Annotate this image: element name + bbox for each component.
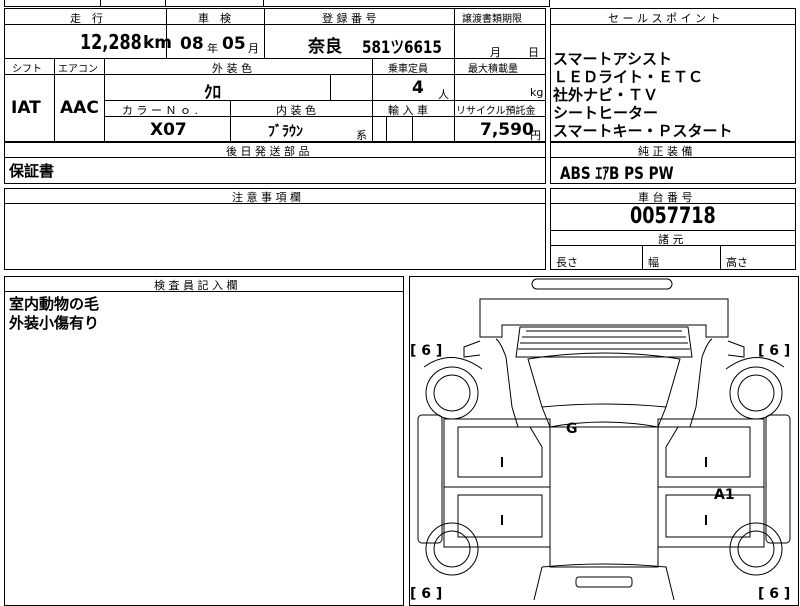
interior-color-suffix: 系 bbox=[356, 129, 367, 142]
transfer-month-unit: 月 bbox=[490, 46, 501, 59]
aircon-label: エアコン bbox=[58, 64, 98, 75]
height-label: 高さ bbox=[726, 256, 748, 269]
inspection-year-unit: 年 bbox=[207, 42, 218, 55]
mileage-value: 12,288 bbox=[80, 30, 142, 54]
import-label: 輸 入 車 bbox=[388, 104, 428, 117]
genuine-equipment-value: ABS ｴｱB PS PW bbox=[560, 164, 674, 184]
interior-color-label: 内 装 色 bbox=[276, 104, 316, 117]
tire-mark-front-right: [ 6 ] bbox=[758, 343, 790, 359]
recycle-label: リサイクル預託金 bbox=[456, 106, 536, 117]
interior-color-value: ﾌﾞﾗｳﾝ bbox=[268, 124, 303, 140]
registration-number: 581ツ6615 bbox=[362, 38, 442, 58]
length-label: 長さ bbox=[556, 256, 578, 269]
inspection-month-unit: 月 bbox=[248, 42, 259, 55]
genuine-equipment-label: 純 正 装 備 bbox=[638, 145, 693, 158]
car-diagram: [ 6 ] [ 6 ] [ 6 ] [ 6 ] G A1 bbox=[410, 278, 791, 600]
inspection-month: 05 bbox=[222, 34, 246, 54]
color-no-label: カ ラ ー Ｎ ｏ . bbox=[122, 104, 198, 117]
max-load-label: 最大積載量 bbox=[468, 64, 518, 75]
capacity-value: 4 bbox=[412, 78, 424, 98]
tire-mark-rear-left: [ 6 ] bbox=[410, 586, 442, 600]
exterior-color-label: 外 装 色 bbox=[212, 62, 252, 75]
sales-points-label: セ ー ル ス ポ イ ン ト bbox=[608, 12, 721, 25]
later-parts-label: 後 日 発 送 部 品 bbox=[226, 145, 310, 158]
specs-label: 諸 元 bbox=[658, 233, 684, 246]
inspector-line: 外装小傷有り bbox=[9, 314, 100, 332]
width-label: 幅 bbox=[648, 256, 659, 269]
later-parts-value: 保証書 bbox=[9, 162, 55, 180]
tire-mark-front-left: [ 6 ] bbox=[410, 343, 442, 359]
chassis-label: 車 台 番 号 bbox=[638, 191, 693, 204]
recycle-unit: 円 bbox=[530, 129, 541, 142]
registration-area: 奈良 bbox=[308, 37, 342, 57]
mileage-label: 走 行 bbox=[70, 12, 103, 25]
inspector-label: 検 査 員 記 入 欄 bbox=[154, 279, 238, 292]
transfer-deadline-label: 譲渡書類期限 bbox=[462, 14, 522, 25]
chassis-value: 0057718 bbox=[630, 204, 716, 229]
tire-mark-rear-right: [ 6 ] bbox=[758, 586, 790, 600]
damage-code-right-rear-door: A1 bbox=[714, 487, 735, 503]
inspector-line: 室内動物の毛 bbox=[9, 295, 100, 313]
inspection-label: 車 検 bbox=[198, 12, 231, 25]
shift-value: IAT bbox=[11, 98, 41, 118]
inspection-year: 08 bbox=[180, 34, 204, 54]
notes-label: 注 意 事 項 欄 bbox=[232, 191, 301, 204]
top-remnant-row bbox=[4, 0, 550, 7]
transfer-day-unit: 日 bbox=[528, 46, 539, 59]
color-no-value: X07 bbox=[150, 120, 187, 140]
registration-label: 登 録 番 号 bbox=[322, 12, 377, 25]
shift-label: シフト bbox=[12, 64, 42, 75]
damage-code-windshield: G bbox=[566, 421, 578, 437]
capacity-unit: 人 bbox=[438, 88, 449, 101]
mileage-unit: km bbox=[143, 33, 173, 53]
sales-point-line: スマートキー・Ｐスタート bbox=[553, 122, 733, 140]
aircon-value: AAC bbox=[60, 98, 99, 118]
max-load-unit: kg bbox=[530, 86, 544, 99]
recycle-value: 7,590 bbox=[480, 120, 534, 140]
capacity-label: 乗車定員 bbox=[388, 64, 428, 75]
exterior-color-value: ｸﾛ bbox=[204, 83, 221, 103]
